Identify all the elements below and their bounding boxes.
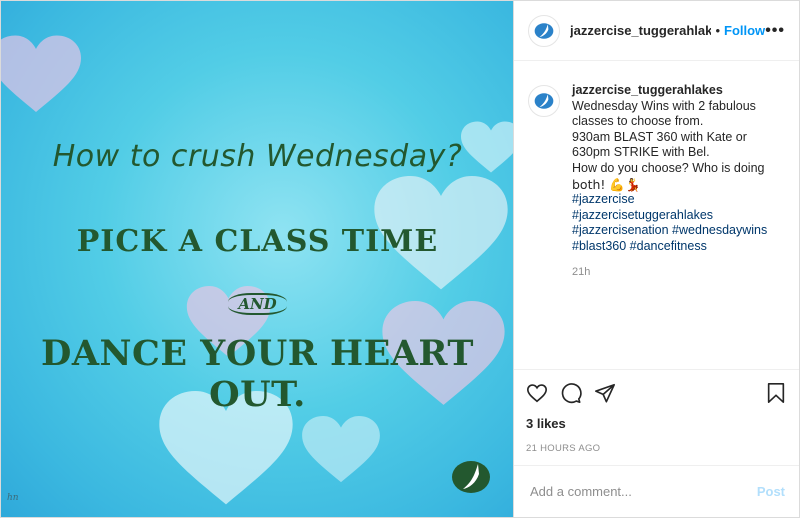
post-side-panel: jazzercise_tuggerahlake • Follow ••• jaz… <box>514 1 799 517</box>
hashtag-link[interactable]: #jazzercisenation #wednesdaywins <box>572 223 767 239</box>
caption-line: both! 💪💃 <box>572 176 641 192</box>
post-comment-button[interactable]: Post <box>757 484 785 499</box>
header-username[interactable]: jazzercise_tuggerahlake <box>570 23 711 38</box>
image-and-word: AND <box>1 293 513 315</box>
avatar[interactable] <box>528 14 560 47</box>
caption-line: Wednesday Wins with 2 fabulous <box>572 98 756 113</box>
artist-signature: hn <box>7 493 19 503</box>
post-date: 21 HOURS AGO <box>526 443 601 454</box>
and-word-text: AND <box>228 293 287 315</box>
caption-line: classes to choose from. <box>572 114 704 129</box>
caption-username[interactable]: jazzercise_tuggerahlakes <box>572 83 767 99</box>
jazzercise-logo-icon <box>534 93 554 109</box>
heart-icon[interactable] <box>526 382 548 404</box>
instagram-post: How to crush Wednesday? PICK A CLASS TIM… <box>0 0 800 518</box>
caption-line: How do you choose? Who is doing <box>572 160 765 175</box>
post-header: jazzercise_tuggerahlake • Follow ••• <box>514 1 799 61</box>
jazzercise-logo-icon <box>534 22 554 39</box>
caption: jazzercise_tuggerahlakes Wednesday Wins … <box>514 61 799 369</box>
follow-button[interactable]: Follow <box>724 23 765 38</box>
avatar[interactable] <box>528 85 560 117</box>
comment-bar: Post <box>514 465 799 517</box>
image-dance-line: DANCE YOUR HEART OUT. <box>41 333 474 415</box>
post-image[interactable]: How to crush Wednesday? PICK A CLASS TIM… <box>1 1 514 517</box>
hashtag-link[interactable]: #blast360 #dancefitness <box>572 239 767 255</box>
post-actions: 3 likes 21 HOURS AGO <box>514 369 799 465</box>
image-pick-line: PICK A CLASS TIME <box>76 224 439 259</box>
caption-body: jazzercise_tuggerahlakes Wednesday Wins … <box>572 83 767 369</box>
like-count[interactable]: 3 likes <box>526 416 787 431</box>
more-options-icon[interactable]: ••• <box>765 22 785 40</box>
caption-line: 630pm STRIKE with Bel. <box>572 145 710 160</box>
action-row <box>526 378 787 408</box>
share-icon[interactable] <box>594 382 616 404</box>
jazzercise-logo-icon <box>451 459 491 495</box>
image-headline: How to crush Wednesday? <box>52 139 463 174</box>
bokeh-heart <box>1 31 81 121</box>
caption-line: 930am BLAST 360 with Kate or <box>572 129 747 144</box>
comment-icon[interactable] <box>560 382 582 404</box>
bokeh-heart <box>301 416 381 486</box>
bookmark-icon[interactable] <box>765 382 787 404</box>
hashtag-link[interactable]: #jazzercise <box>572 192 767 208</box>
comment-input[interactable] <box>528 483 757 500</box>
caption-timestamp[interactable]: 21h <box>572 265 767 281</box>
separator-dot: • <box>715 23 721 38</box>
hashtag-link[interactable]: #jazzercisetuggerahlakes <box>572 208 767 224</box>
